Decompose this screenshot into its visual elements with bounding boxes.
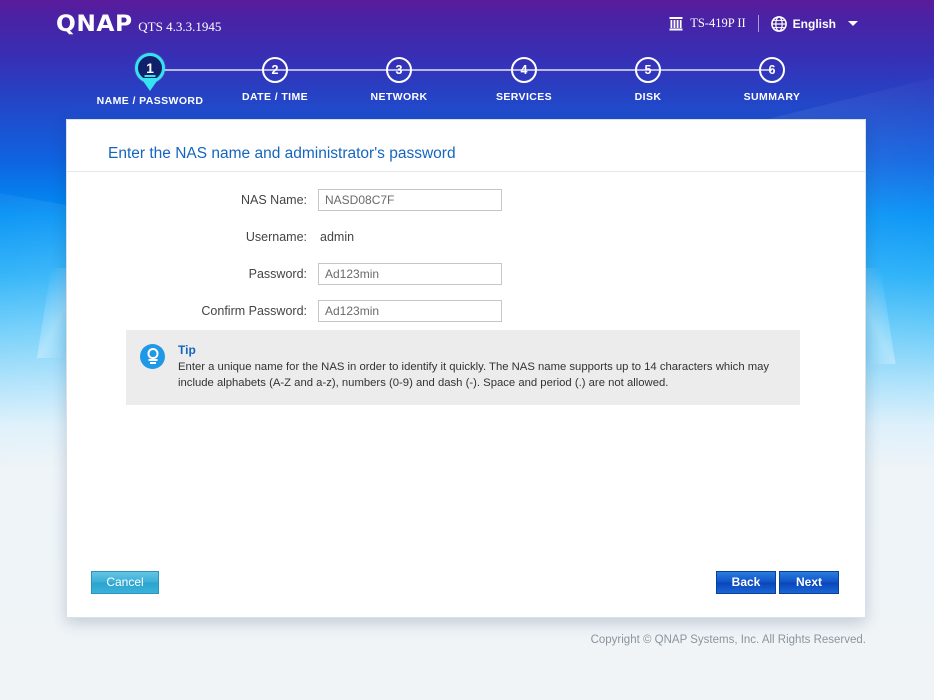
step-label: DATE / TIME [241,91,309,103]
step-number: 6 [768,63,776,77]
device-model: TS-419P II [669,16,746,31]
step-label: SUMMARY [743,91,801,103]
lightbulb-base-line-1 [148,359,157,361]
field-row-password: Password: [67,260,865,287]
step-number-badge: 3 [386,57,412,83]
stepper-step-date-time[interactable]: 2 DATE / TIME [215,52,335,103]
field-row-username: Username: admin [67,223,865,250]
lightbulb-glass [147,348,158,359]
step-label: DISK [634,91,662,103]
device-model-label: TS-419P II [690,16,746,30]
username-label: Username: [245,229,307,244]
step-active-underline [144,75,156,77]
confirm-password-label: Confirm Password: [201,303,307,318]
lightbulb-icon [140,344,165,369]
stepper-step-services[interactable]: 4 SERVICES [464,52,584,103]
step-number: 5 [644,63,652,77]
language-label: English [792,16,836,31]
step-number: 3 [395,63,403,77]
tip-text-block: Tip Enter a unique name for the NAS in o… [178,342,786,391]
globe-icon [770,15,787,32]
step-number-badge: 1 [135,53,165,83]
step-number: 2 [271,63,279,77]
app-header: QNAP QTS 4.3.3.1945 TS-419P II English [0,0,934,50]
tip-body: Enter a unique name for the NAS in order… [178,361,770,390]
field-row-nas-name: NAS Name: [67,186,865,213]
step-number-badge: 2 [262,57,288,83]
setup-form: NAS Name: Username: admin Password: Conf… [67,186,865,348]
back-button[interactable]: Back [716,571,776,594]
brand-block: QNAP QTS 4.3.3.1945 [56,14,221,36]
step-label: NAME / PASSWORD [96,95,204,107]
lightbulb-base-line-2 [149,362,156,364]
header-divider [757,15,759,32]
qnap-logo: QNAP [56,12,133,37]
qts-version-label: QTS 4.3.3.1945 [138,19,222,34]
cancel-button[interactable]: Cancel [91,571,159,594]
card-title-divider [67,171,865,172]
password-label: Password: [248,266,307,281]
stepper-step-name-password[interactable]: 1 NAME / PASSWORD [90,52,210,107]
page-title: Enter the NAS name and administrator's p… [108,145,456,162]
step-number: 1 [146,60,154,76]
stepper-step-disk[interactable]: 5 DISK [588,52,708,103]
copyright-notice: Copyright © QNAP Systems, Inc. All Right… [590,634,866,646]
password-input[interactable] [318,262,502,285]
wizard-card: Enter the NAS name and administrator's p… [66,119,866,618]
step-number-badge: 5 [635,57,661,83]
step-number: 4 [520,63,528,77]
chevron-down-icon [848,21,858,26]
step-label: SERVICES [495,91,553,103]
nas-server-icon [669,17,683,31]
stepper-step-network[interactable]: 3 NETWORK [339,52,459,103]
stepper-step-summary[interactable]: 6 SUMMARY [712,52,832,103]
tip-panel: Tip Enter a unique name for the NAS in o… [126,330,800,406]
confirm-password-input[interactable] [318,299,502,322]
language-selector[interactable]: English [770,15,858,32]
step-number-badge: 6 [759,57,785,83]
setup-wizard-page: QNAP QTS 4.3.3.1945 TS-419P II English 1… [0,0,934,700]
tip-heading: Tip [178,343,196,357]
next-button[interactable]: Next [779,571,839,594]
nas-name-label: NAS Name: [241,192,307,207]
header-right-cluster: TS-419P II English [669,15,858,32]
wizard-stepper: 1 NAME / PASSWORD 2 DATE / TIME 3 NETWOR… [0,52,934,110]
field-row-confirm-password: Confirm Password: [67,297,865,324]
step-number-badge: 4 [511,57,537,83]
step-label: NETWORK [370,91,428,103]
nas-name-input[interactable] [318,188,502,211]
username-value: admin [320,229,355,244]
